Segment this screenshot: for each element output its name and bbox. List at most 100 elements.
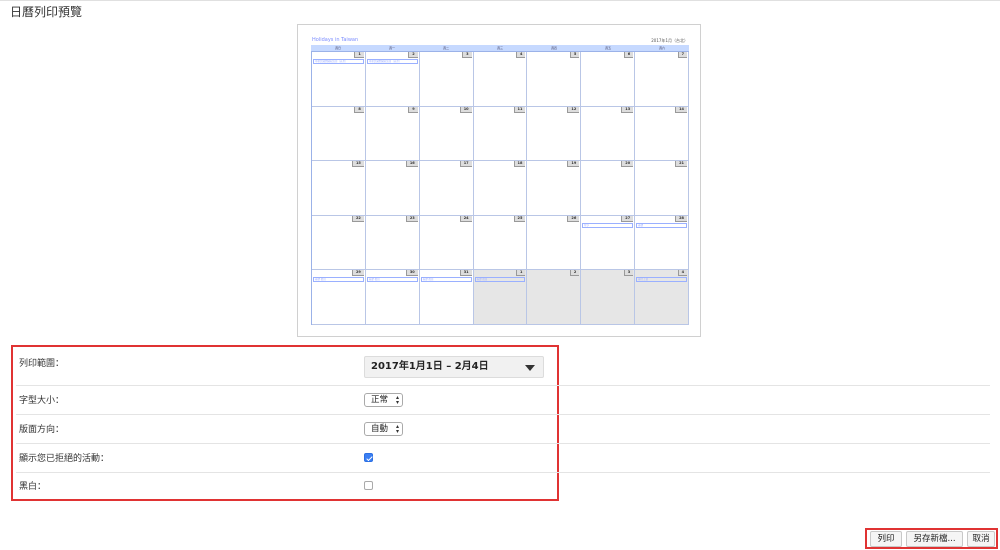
calendar-event: 春節 假日 xyxy=(474,277,526,283)
day-number: 17 xyxy=(459,161,472,168)
option-row-black-white: 黑白： xyxy=(16,473,990,500)
show-declined-label: 顯示您已拒絕的活動： xyxy=(19,454,110,464)
day-number: 4 xyxy=(515,52,526,58)
day-number: 10 xyxy=(459,106,472,113)
day-number: 27 xyxy=(621,215,634,222)
calendar-event: 春節 假日 xyxy=(420,277,472,283)
day-cell: 22 xyxy=(312,215,366,271)
calendar-grid: 1 中華民國開國紀念日（元旦） 2 中華民國開國紀念日（元旦） 3 4 5 6 7 8 9 10 11 1… xyxy=(311,51,689,325)
day-cell: 5 xyxy=(527,52,582,107)
day-cell: 16 xyxy=(365,161,420,216)
day-number: 1 xyxy=(354,52,364,58)
day-cell: 25 xyxy=(473,215,528,271)
day-cell: 3 xyxy=(419,52,474,107)
day-number: 5 xyxy=(569,52,580,58)
day-number: 24 xyxy=(459,215,472,222)
show-declined-checkbox[interactable] xyxy=(364,453,373,462)
day-cell: 24 xyxy=(419,215,474,271)
print-range-dropdown[interactable]: 2017年1月1日 – 2月4日 xyxy=(364,356,544,378)
day-number: 20 xyxy=(621,161,634,168)
day-cell: 9 xyxy=(365,106,420,162)
calendar-event: 春節 假日 xyxy=(366,277,418,283)
day-cell: 1 中華民國開國紀念日（元旦） xyxy=(312,52,366,107)
page-title: 日曆列印預覽 xyxy=(10,5,83,19)
top-divider xyxy=(0,0,1000,1)
day-cell: 17 xyxy=(419,161,474,216)
up-down-arrows-icon: ▴ ▾ xyxy=(396,394,400,406)
option-row-show-declined: 顯示您已拒絕的活動： xyxy=(16,444,990,473)
range-label: 列印範圍： xyxy=(19,359,65,369)
day-number: 26 xyxy=(567,215,580,222)
calendar-event: 補行上班 xyxy=(636,277,687,283)
day-number: 15 xyxy=(351,161,364,168)
day-cell: 23 xyxy=(365,215,420,271)
calendar-print-preview: Holidays in Taiwan 2017年1月（台北） 週日 週一 週二 週三週… xyxy=(297,24,701,337)
day-number: 8 xyxy=(354,106,364,113)
save-as-button[interactable]: 另存新檔... xyxy=(906,531,963,547)
calendar-header-date: 2017年1月（台北） xyxy=(651,38,688,43)
day-number: 30 xyxy=(405,270,418,277)
day-cell: 29 春節 假日 xyxy=(312,270,366,325)
day-cell: 28 春節 xyxy=(635,215,689,271)
calendar-title: Holidays in Taiwan xyxy=(312,37,359,43)
day-cell: 7 xyxy=(635,52,689,107)
day-cell: 19 xyxy=(527,161,582,216)
up-down-arrows-icon: ▴ ▾ xyxy=(396,423,400,435)
day-cell: 20 xyxy=(581,161,636,216)
day-number: 12 xyxy=(567,106,580,113)
day-cell: 11 xyxy=(473,106,528,162)
print-range-value: 2017年1月1日 – 2月4日 xyxy=(371,361,489,372)
orientation-select[interactable]: 自動 ▴ ▾ xyxy=(364,422,404,436)
day-cell: 15 xyxy=(312,161,366,216)
day-cell: 21 xyxy=(635,161,689,216)
day-number: 23 xyxy=(405,215,418,222)
day-cell: 2 xyxy=(527,270,582,325)
calendar-event: 春節 xyxy=(636,222,687,228)
font-size-value: 正常 xyxy=(371,395,389,405)
font-size-label: 字型大小： xyxy=(19,396,65,406)
day-cell: 13 xyxy=(581,106,636,162)
calendar-event: 中華民國開國紀念日（元旦） xyxy=(366,59,418,64)
day-number: 22 xyxy=(351,215,364,222)
orientation-label: 版面方向： xyxy=(19,425,65,435)
day-cell: 26 xyxy=(527,215,582,271)
day-cell: 14 xyxy=(635,106,689,162)
triangle-down-icon xyxy=(525,365,535,371)
day-number: 21 xyxy=(675,161,687,168)
day-cell: 8 xyxy=(312,106,366,162)
day-number: 11 xyxy=(513,106,526,113)
day-number: 2 xyxy=(569,270,580,277)
day-number: 4 xyxy=(677,270,687,277)
calendar-event: 除夕 xyxy=(582,222,634,228)
day-number: 3 xyxy=(623,270,634,277)
day-cell: 12 xyxy=(527,106,582,162)
day-cell: 1 春節 假日 xyxy=(473,270,528,325)
day-cell: 4 xyxy=(473,52,528,107)
day-number: 16 xyxy=(405,161,418,168)
black-white-checkbox[interactable] xyxy=(364,481,373,490)
cancel-button[interactable]: 取消 xyxy=(967,531,995,547)
black-white-label: 黑白： xyxy=(19,482,47,492)
day-number: 18 xyxy=(513,161,526,168)
day-number: 28 xyxy=(675,215,687,222)
day-number: 1 xyxy=(515,270,526,277)
day-cell: 30 春節 假日 xyxy=(365,270,420,325)
day-cell: 3 xyxy=(581,270,636,325)
day-cell: 6 xyxy=(581,52,636,107)
calendar-event: 春節 假日 xyxy=(313,277,364,283)
print-button[interactable]: 列印 xyxy=(870,531,902,547)
font-size-select[interactable]: 正常 ▴ ▾ xyxy=(364,393,404,407)
day-number: 13 xyxy=(621,106,634,113)
day-number: 7 xyxy=(677,52,687,58)
day-number: 14 xyxy=(675,106,687,113)
day-number: 19 xyxy=(567,161,580,168)
option-row-orientation: 版面方向： xyxy=(16,415,990,444)
day-number: 29 xyxy=(351,270,364,277)
day-cell: 4 補行上班 xyxy=(635,270,689,325)
calendar-event: 中華民國開國紀念日（元旦） xyxy=(313,59,364,64)
day-number: 25 xyxy=(513,215,526,222)
day-number: 9 xyxy=(408,106,418,113)
day-cell: 10 xyxy=(419,106,474,162)
day-number: 6 xyxy=(623,52,634,58)
option-row-font-size: 字型大小： xyxy=(16,386,990,415)
